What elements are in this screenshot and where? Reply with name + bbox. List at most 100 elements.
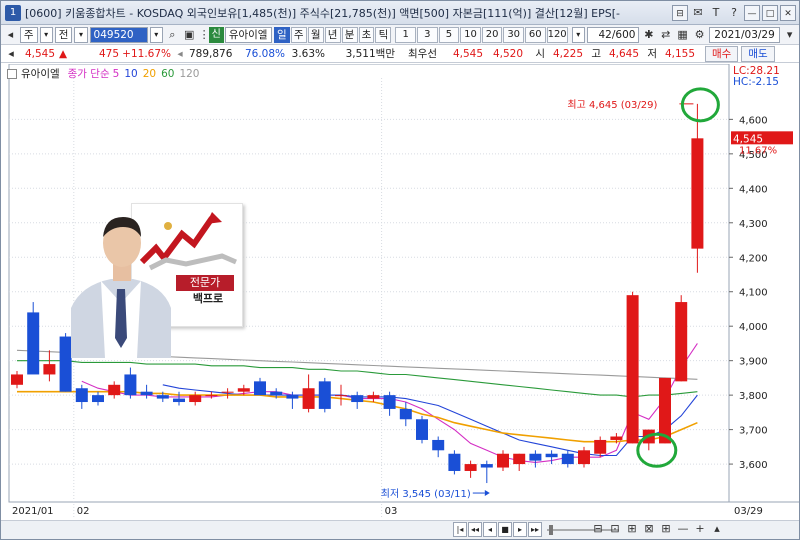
interval-button[interactable]: 3 (417, 26, 438, 43)
candle-body (529, 453, 542, 461)
expert-tag: 전문가 (176, 275, 234, 291)
ask-price: 4,545 (452, 47, 483, 60)
grid-icon[interactable]: ▦ (675, 27, 690, 43)
y-tick-label: 4,000 (739, 322, 768, 333)
interval-button[interactable]: 1 (395, 26, 417, 43)
interval-button[interactable]: 20 (481, 26, 503, 43)
prev-icon[interactable]: ◂◂ (468, 522, 482, 537)
legend-ma120: 120 (179, 67, 200, 80)
x-tick-label: 03/29 (734, 506, 763, 517)
date-field[interactable]: 2021/03/29 (708, 26, 781, 43)
step-forward-icon[interactable]: ▸ (513, 522, 527, 537)
calendar-icon[interactable]: ▾ (782, 27, 797, 43)
current-price: 4,545 (24, 47, 55, 60)
zoom-fit-icon[interactable]: ⊞ (625, 522, 639, 535)
zoom-reset-icon[interactable]: ⊡ (608, 522, 622, 535)
first-page-icon[interactable]: |◂ (453, 522, 467, 537)
period-week-tab[interactable]: 주 (290, 26, 307, 43)
chart-window: 1 [0600] 키움종합차트 - KOSDAQ 외국인보유[1,485(천)]… (0, 0, 800, 540)
lock-icon[interactable]: ▣ (182, 27, 197, 43)
interval-button[interactable]: 5 (438, 26, 460, 43)
type-select[interactable]: 주 (19, 26, 38, 43)
new-badge: 신 (208, 26, 224, 43)
candle-body (335, 395, 347, 397)
search-icon[interactable]: ⌕ (165, 27, 180, 43)
close-button[interactable]: ✕ (780, 4, 796, 21)
quote-bar: ◂ 4,545 ▲ 475 +11.67% ◂ 789,876 76.08% 3… (1, 45, 799, 63)
window-number-icon[interactable]: 1 (5, 4, 21, 21)
candle-body (92, 395, 104, 403)
list-icon[interactable]: ⋮ (199, 27, 210, 43)
settings-icon[interactable]: ⚙ (692, 27, 707, 43)
interval-button[interactable]: 10 (460, 26, 481, 43)
legend-ma-label: 종가 단순 (67, 68, 110, 80)
highlight-circle (636, 432, 678, 468)
interval-dropdown-icon[interactable]: ▾ (571, 26, 585, 43)
minimize-button[interactable]: — (744, 4, 760, 21)
shrink-icon[interactable]: — (676, 522, 690, 535)
period-day-tab[interactable]: 일 (273, 26, 290, 43)
candle-body (545, 453, 558, 458)
code-dropdown-icon[interactable]: ▾ (149, 26, 163, 43)
candle-body (156, 395, 169, 399)
period-year-tab[interactable]: 년 (324, 26, 341, 43)
sell-button[interactable]: 매도 (741, 45, 775, 62)
interval-button[interactable]: 30 (503, 26, 524, 43)
layout-icon[interactable]: ⊟ (672, 4, 688, 21)
candle-body (237, 388, 250, 392)
open-price: 4,225 (552, 47, 583, 60)
window-title: [0600] 키움종합차트 - KOSDAQ 외국인보유[1,485(천)] 주… (25, 6, 620, 20)
market-dropdown-icon[interactable]: ▾ (74, 26, 88, 43)
expand-range-icon[interactable]: ⊞ (659, 522, 673, 535)
high-price: 4,645 (608, 47, 639, 60)
price-change: 475 (98, 47, 119, 60)
type-dropdown-icon[interactable]: ▾ (39, 26, 53, 43)
collapse-icon[interactable]: ▴ (710, 522, 724, 535)
period-month-tab[interactable]: 월 (307, 26, 324, 43)
y-tick-label: 3,900 (739, 357, 768, 368)
candle-body (108, 384, 121, 396)
text-icon[interactable]: T (708, 5, 724, 21)
stock-code-input[interactable]: 049520 (89, 26, 148, 43)
bid-price: 4,520 (492, 47, 523, 60)
help-icon[interactable]: ? (726, 5, 742, 21)
zoom-out-icon[interactable]: ⊟ (591, 522, 605, 535)
interval-button[interactable]: 120 (546, 26, 568, 43)
interval-button[interactable]: 60 (524, 26, 546, 43)
step-back-icon[interactable]: ◂ (483, 522, 497, 537)
pin-icon[interactable]: ✱ (641, 27, 656, 43)
buy-button[interactable]: 매수 (705, 45, 739, 62)
mail-icon[interactable]: ✉ (690, 5, 706, 21)
candle-body (691, 138, 704, 249)
hc-label: HC:-2.15 (733, 76, 779, 88)
data-count-field[interactable]: 42/600 (586, 26, 640, 43)
price-chart[interactable]: 3,600 3,700 3,800 3,900 4,000 4,100 4,200 4,300… (1, 64, 799, 520)
period-tick-tab[interactable]: 틱 (375, 26, 392, 43)
stop-icon[interactable]: ■ (498, 522, 512, 537)
candle-body (27, 312, 40, 375)
volume-ratio: 76.08% (244, 47, 285, 60)
next-icon[interactable]: ▸▸ (528, 522, 542, 537)
range-icon[interactable]: ⊠ (642, 522, 656, 535)
last-change-label: 11.67% (739, 145, 777, 156)
y-tick-label: 4,600 (739, 115, 768, 126)
last-price-label: 4,545 (733, 133, 763, 145)
legend-checkbox[interactable] (7, 68, 17, 79)
add-icon[interactable]: + (693, 522, 707, 535)
maximize-button[interactable]: □ (762, 4, 778, 21)
expert-ad-banner[interactable]: 전문가 백프로 (71, 203, 246, 358)
market-select[interactable]: 전 (54, 26, 73, 43)
stock-name-field: 유아이엘 (224, 26, 272, 43)
expand-icon[interactable]: ◂ (3, 46, 19, 62)
y-tick-label: 3,800 (739, 391, 768, 402)
panel-toggle-icon[interactable]: ◂ (3, 27, 18, 43)
legend-ma5: 5 (112, 67, 120, 80)
y-tick-label: 4,200 (739, 253, 768, 264)
max-annotation: 최고 4,645 (03/29) (567, 99, 657, 111)
candle-body (59, 336, 72, 392)
best-quote-label: 최우선 (408, 48, 437, 60)
expert-photo (71, 217, 171, 358)
period-second-tab[interactable]: 초 (358, 26, 375, 43)
period-minute-tab[interactable]: 분 (341, 26, 358, 43)
overlay-icon[interactable]: ⇄ (658, 27, 673, 43)
